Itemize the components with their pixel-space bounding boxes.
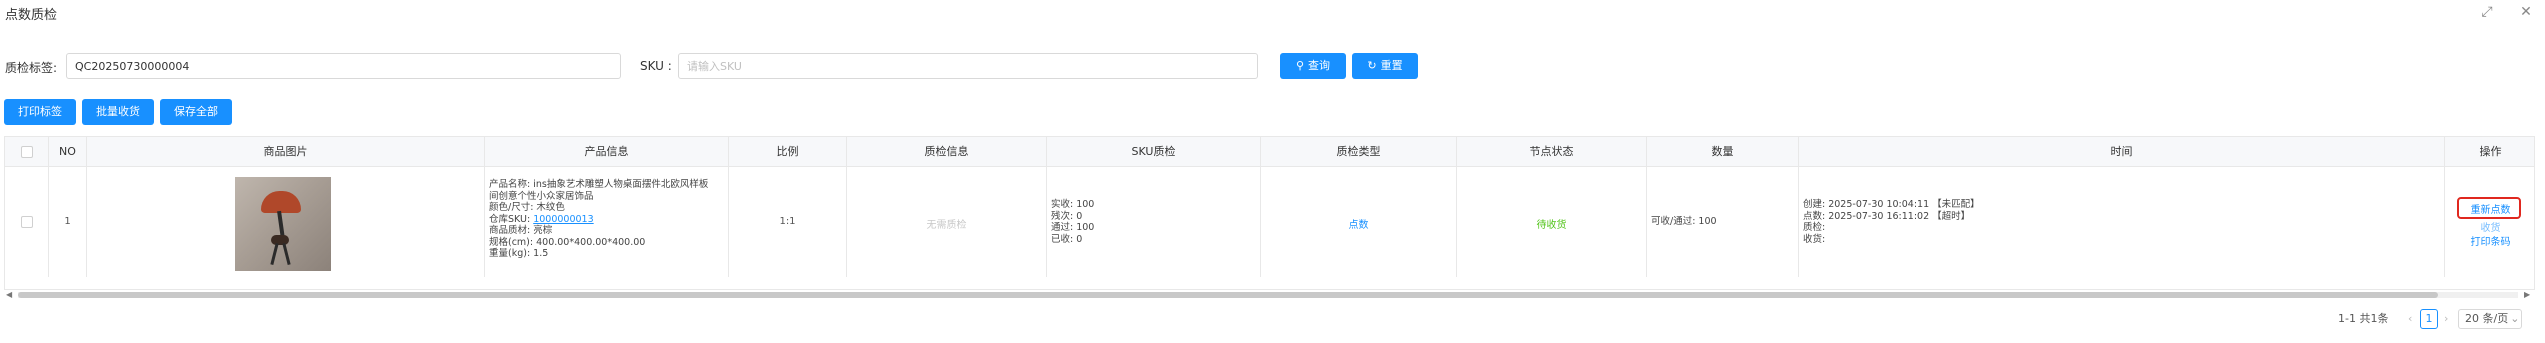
- horizontal-scrollbar[interactable]: ◀ ▶: [4, 290, 2535, 300]
- header-quantity: 数量: [1647, 137, 1799, 167]
- query-button[interactable]: ⚲ 查询: [1280, 53, 1346, 79]
- time-qc: 质检:: [1803, 222, 1826, 233]
- ratio-value: 1:1: [779, 216, 796, 227]
- page-title: 点数质检: [5, 8, 58, 23]
- row-actions-cell: 重新点数 收货 打印条码: [2445, 167, 2536, 277]
- pagination: 1-1 共1条 ‹ 1 › 20 条/页 ⌄: [2338, 308, 2538, 330]
- header-ratio: 比例: [729, 137, 847, 167]
- title-bar: 点数质检 ⤢ ✕: [0, 0, 2545, 26]
- row-checkbox[interactable]: [21, 216, 33, 228]
- product-image[interactable]: [235, 177, 331, 271]
- row-ratio-cell: 1:1: [729, 167, 847, 277]
- row-no-cell: 1: [49, 167, 87, 277]
- recount-link[interactable]: 重新点数: [2445, 201, 2536, 216]
- header-select: [5, 137, 49, 167]
- qc-tag-label: 质检标签:: [5, 61, 58, 75]
- time-created: 创建: 2025-07-30 10:04:11 【未匹配】: [1803, 199, 1980, 210]
- product-info: 产品名称: ins抽象艺术雕塑人物桌面摆件北欧风样板 间创意个性小众家居饰品 颜…: [489, 179, 708, 260]
- sku-qc-defective: 残次: 0: [1051, 210, 1083, 222]
- header-actions: 操作: [2479, 145, 2502, 158]
- scrollbar-track[interactable]: [18, 292, 2518, 298]
- qc-type-value: 点数: [1348, 220, 1369, 231]
- refresh-icon: ↻: [1367, 59, 1377, 72]
- table-header: NO 商品图片 产品信息 比例 质检信息 SKU质检 质检类型 节点状态 数量 …: [5, 137, 2534, 167]
- expand-icon[interactable]: ⤢: [2478, 3, 2496, 21]
- scrollbar-thumb[interactable]: [18, 292, 2438, 298]
- row-product-info-cell: 产品名称: ins抽象艺术雕塑人物桌面摆件北欧风样板 间创意个性小众家居饰品 颜…: [485, 167, 729, 277]
- row-qc-type-cell: 点数: [1261, 167, 1457, 277]
- batch-receive-button[interactable]: 批量收货: [82, 99, 154, 125]
- product-material: 商品质材: 亮棕: [489, 225, 553, 236]
- header-sku-qc: SKU质检: [1047, 137, 1261, 167]
- reset-button-label: 重置: [1380, 59, 1403, 72]
- select-all-checkbox[interactable]: [21, 146, 33, 158]
- header-time: 时间: [1799, 137, 2445, 167]
- header-product-info: 产品信息: [485, 137, 729, 167]
- sku-qc-lines: 实收: 100 残次: 0 通过: 100 已收: 0: [1051, 199, 1094, 245]
- header-no: NO: [49, 137, 87, 167]
- header-qc-type: 质检类型: [1261, 137, 1457, 167]
- product-name-cont: 间创意个性小众家居饰品: [489, 190, 594, 202]
- next-page-icon[interactable]: ›: [2444, 308, 2448, 330]
- sku-qc-passed: 通过: 100: [1051, 222, 1095, 233]
- header-node-status: 节点状态: [1457, 137, 1647, 167]
- header-qc-info: 质检信息: [847, 137, 1047, 167]
- sku-label: 仓库SKU:: [489, 213, 531, 225]
- sku-input[interactable]: [678, 53, 1258, 79]
- quantity-value: 可收/通过: 100: [1651, 216, 1717, 227]
- time-received: 收货:: [1803, 233, 1826, 245]
- print-barcode-link[interactable]: 打印条码: [2445, 233, 2536, 248]
- time-lines: 创建: 2025-07-30 10:04:11 【未匹配】 点数: 2025-0…: [1803, 199, 1980, 245]
- chevron-down-icon: ⌄: [2510, 312, 2520, 325]
- qc-table: NO 商品图片 产品信息 比例 质检信息 SKU质检 质检类型 节点状态 数量 …: [4, 136, 2535, 290]
- print-label-button[interactable]: 打印标签: [4, 99, 76, 125]
- sku-link[interactable]: 1000000013: [533, 214, 593, 225]
- pagination-summary: 1-1 共1条: [2338, 312, 2389, 325]
- row-node-status-cell: 待收货: [1457, 167, 1647, 277]
- save-all-button[interactable]: 保存全部: [160, 99, 232, 125]
- receive-link[interactable]: 收货: [2445, 219, 2536, 234]
- product-name: 产品名称: ins抽象艺术雕塑人物桌面摆件北欧风样板: [489, 179, 709, 190]
- search-icon: ⚲: [1295, 59, 1305, 72]
- product-color: 颜色/尺寸: 木纹色: [489, 202, 565, 213]
- page-size-value: 20 条/页: [2465, 312, 2509, 325]
- sku-qc-received: 实收: 100: [1051, 199, 1095, 210]
- product-size: 规格(cm): 400.00*400.00*400.00: [489, 236, 646, 248]
- product-weight: 重量(kg): 1.5: [489, 248, 549, 259]
- sku-qc-done: 已收: 0: [1051, 233, 1083, 245]
- product-sku-line: 仓库SKU: 1000000013: [489, 214, 708, 226]
- row-select-cell: [5, 167, 49, 277]
- qc-tag-input[interactable]: [66, 53, 621, 79]
- scroll-left-icon[interactable]: ◀: [6, 290, 12, 299]
- page-number-1[interactable]: 1: [2420, 309, 2438, 329]
- row-time-cell: 创建: 2025-07-30 10:04:11 【未匹配】 点数: 2025-0…: [1799, 167, 2445, 277]
- reset-button[interactable]: ↻ 重置: [1352, 53, 1418, 79]
- header-image: 商品图片: [87, 137, 485, 167]
- row-image-cell: [87, 167, 485, 277]
- row-no: 1: [64, 216, 71, 227]
- scroll-right-icon[interactable]: ▶: [2524, 290, 2530, 299]
- row-qc-info-cell: 无需质检: [847, 167, 1047, 277]
- row-sku-qc-cell: 实收: 100 残次: 0 通过: 100 已收: 0: [1047, 167, 1261, 277]
- sku-label: SKU :: [640, 59, 672, 73]
- table-body: 1 产品名称: ins抽象艺术雕塑人物桌面摆件北欧风样板 间创意个性小众家居饰品…: [5, 167, 2534, 277]
- query-button-label: 查询: [1308, 59, 1331, 72]
- qc-info-value: 无需质检: [926, 220, 967, 231]
- node-status-badge: 待收货: [1536, 220, 1567, 231]
- row-quantity-cell: 可收/通过: 100: [1647, 167, 1799, 277]
- page-size-select[interactable]: 20 条/页 ⌄: [2458, 309, 2522, 329]
- search-form: 质检标签: SKU : ⚲查询 ↻重置: [0, 53, 2545, 79]
- time-counted: 点数: 2025-07-30 16:11:02 【超时】: [1803, 210, 1971, 222]
- prev-page-icon[interactable]: ‹: [2408, 308, 2412, 330]
- close-icon[interactable]: ✕: [2517, 3, 2535, 21]
